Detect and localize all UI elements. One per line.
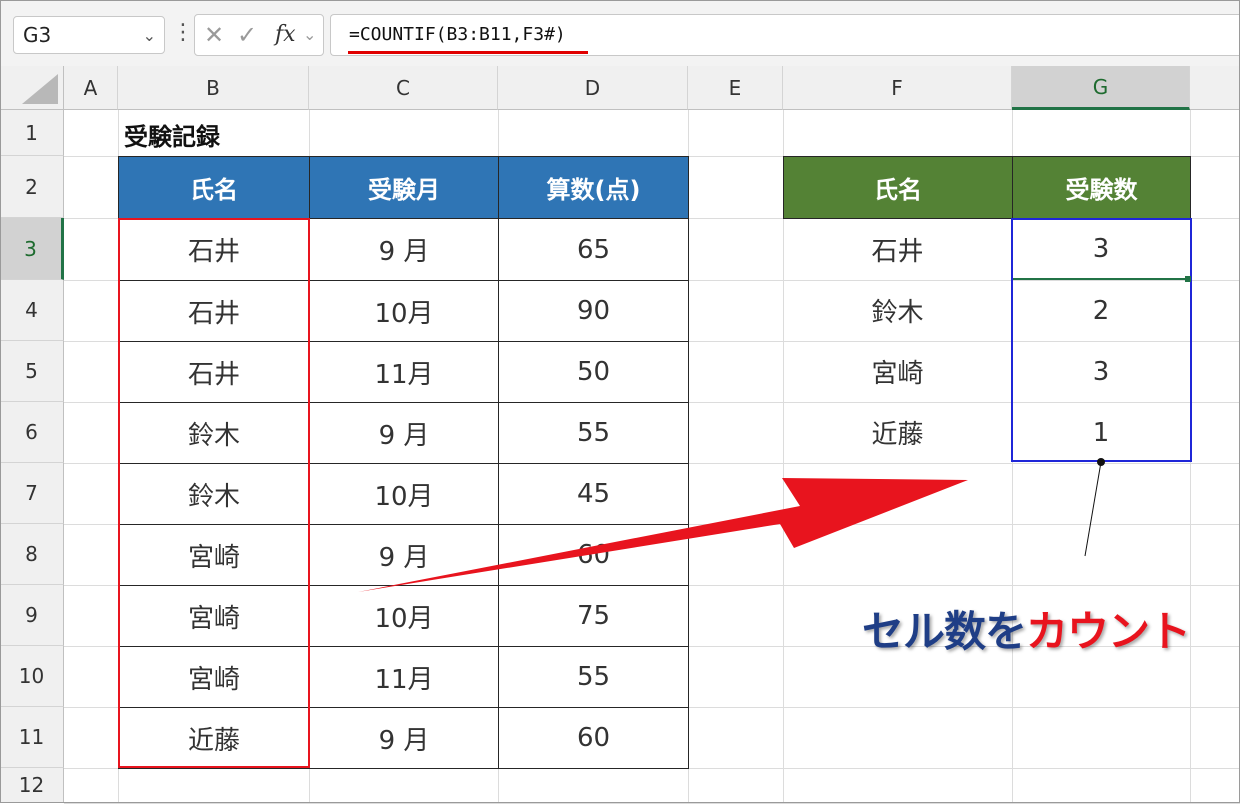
callout-text-main: セル数を — [862, 607, 1027, 656]
summary-name-cell[interactable]: 石井 — [783, 218, 1012, 280]
insert-function-icon[interactable]: fx — [275, 19, 296, 51]
row-header-10[interactable]: 10 — [0, 646, 64, 707]
table-header-cell[interactable]: 受験月 — [309, 156, 499, 219]
vertical-dots-icon[interactable]: ⋮ — [172, 18, 194, 50]
table-cell[interactable]: 45 — [498, 463, 689, 525]
column-header-f[interactable]: F — [783, 66, 1012, 110]
column-header-d[interactable]: D — [498, 66, 688, 110]
chevron-down-icon[interactable]: ⌄ — [143, 26, 156, 45]
table-cell[interactable]: 10月 — [309, 585, 499, 647]
column-header-e[interactable]: E — [688, 66, 783, 110]
summary-header-cell[interactable]: 氏名 — [783, 156, 1013, 219]
table-cell[interactable]: 9 月 — [309, 524, 499, 586]
row-header-6[interactable]: 6 — [0, 402, 64, 463]
table-header-cell[interactable]: 氏名 — [118, 156, 310, 219]
select-all-corner[interactable] — [0, 66, 64, 110]
column-header-a[interactable]: A — [64, 66, 118, 110]
row-header-4[interactable]: 4 — [0, 280, 64, 341]
range-highlight-b3-b11 — [118, 218, 310, 768]
row-header-2[interactable]: 2 — [0, 156, 64, 218]
table-cell[interactable]: 75 — [498, 585, 689, 647]
table-cell[interactable]: 9 月 — [309, 707, 499, 769]
row-header-3[interactable]: 3 — [0, 218, 64, 280]
table-header-cell[interactable]: 算数(点) — [498, 156, 689, 219]
table-cell[interactable]: 60 — [498, 707, 689, 769]
sheet-title: 受験記録 — [124, 122, 220, 151]
chevron-down-icon[interactable]: ⌄ — [303, 19, 316, 51]
row-header-8[interactable]: 8 — [0, 524, 64, 585]
row-header-1[interactable]: 1 — [0, 110, 64, 156]
row-header-11[interactable]: 11 — [0, 707, 64, 768]
callout-text-accent: カウント — [1026, 607, 1191, 656]
column-header-b[interactable]: B — [118, 66, 309, 110]
fill-handle[interactable] — [1185, 276, 1191, 282]
table-cell[interactable]: 60 — [498, 524, 689, 586]
summary-header-cell[interactable]: 受験数 — [1012, 156, 1191, 219]
spill-range-highlight — [1011, 218, 1192, 462]
table-cell[interactable]: 65 — [498, 218, 689, 281]
column-header-g[interactable]: G — [1012, 66, 1190, 110]
summary-name-cell[interactable]: 宮崎 — [783, 341, 1012, 402]
table-cell[interactable]: 10月 — [309, 463, 499, 525]
table-cell[interactable]: 11月 — [309, 646, 499, 708]
callout-label: セル数をカウント — [862, 598, 1191, 658]
summary-name-cell[interactable]: 近藤 — [783, 402, 1012, 463]
table-cell[interactable]: 11月 — [309, 341, 499, 403]
table-cell[interactable]: 55 — [498, 646, 689, 708]
cancel-x-icon[interactable]: ✕ — [204, 19, 224, 51]
column-header-blank — [1190, 66, 1240, 110]
row-header-7[interactable]: 7 — [0, 463, 64, 524]
row-header-9[interactable]: 9 — [0, 585, 64, 646]
formula-buttons: ✕ ✓ fx ⌄ — [194, 14, 324, 56]
row-header-12[interactable]: 12 — [0, 768, 64, 803]
table-cell[interactable]: 10月 — [309, 280, 499, 342]
table-cell[interactable]: 55 — [498, 402, 689, 464]
table-cell[interactable]: 90 — [498, 280, 689, 342]
name-box[interactable]: G3 ⌄ — [13, 16, 165, 54]
column-header-c[interactable]: C — [309, 66, 498, 110]
formula-input[interactable]: =COUNTIF(B3:B11,F3#) — [330, 14, 1240, 56]
row-header-5[interactable]: 5 — [0, 341, 64, 402]
formula-underline — [348, 51, 588, 54]
table-cell[interactable]: 9 月 — [309, 218, 499, 281]
callout-leader-line — [1084, 461, 1102, 557]
enter-check-icon[interactable]: ✓ — [237, 19, 257, 51]
table-cell[interactable]: 50 — [498, 341, 689, 403]
active-cell-border — [1013, 278, 1190, 280]
name-box-value: G3 — [23, 23, 52, 47]
table-cell[interactable]: 9 月 — [309, 402, 499, 464]
summary-name-cell[interactable]: 鈴木 — [783, 280, 1012, 341]
select-all-triangle-icon[interactable] — [0, 66, 64, 110]
